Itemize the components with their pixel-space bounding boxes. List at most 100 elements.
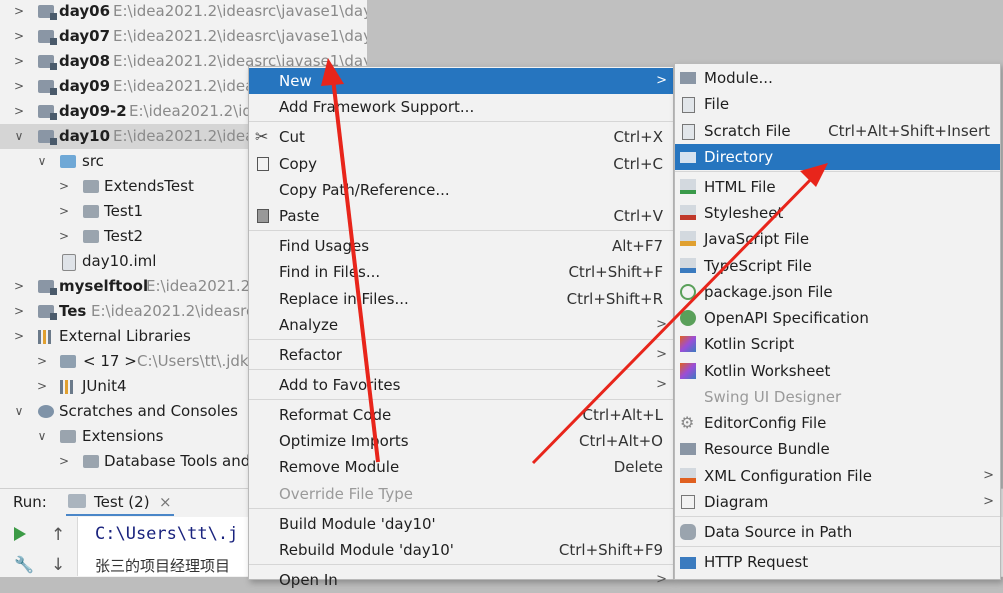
menu-label: Data Source in Path	[704, 523, 853, 541]
chevron-right-icon[interactable]: >	[58, 224, 70, 249]
chevron-right-icon[interactable]: >	[36, 349, 48, 374]
menu-item-cut[interactable]: ✂ Cut Ctrl+X	[249, 124, 673, 150]
submenu-item-package-json[interactable]: package.json File	[675, 279, 1000, 305]
menu-item-copy[interactable]: Copy Ctrl+C	[249, 151, 673, 177]
run-label: Run:	[13, 493, 47, 511]
kotlin-icon	[680, 336, 696, 352]
menu-item-new[interactable]: New >	[249, 68, 673, 94]
submenu-item-editorconfig[interactable]: ⚙ EditorConfig File	[675, 410, 1000, 436]
chevron-right-icon[interactable]: >	[36, 374, 48, 399]
menu-label: Remove Module	[279, 458, 400, 476]
menu-label: Cut	[279, 128, 305, 146]
submenu-item-diagram[interactable]: Diagram >	[675, 489, 1000, 515]
menu-item-analyze[interactable]: Analyze >	[249, 312, 673, 338]
tree-path: E:\idea2021.2\ideasrc\	[91, 302, 260, 320]
context-menu: New > Add Framework Support... ✂ Cut Ctrl+X…	[248, 66, 674, 589]
chevron-right-icon[interactable]: >	[13, 99, 25, 124]
chevron-right-icon: >	[656, 377, 667, 392]
menu-item-optimize-imports[interactable]: Optimize Imports Ctrl+Alt+O	[249, 428, 673, 454]
menu-item-add-framework[interactable]: Add Framework Support...	[249, 94, 673, 120]
run-tab[interactable]: Test (2) ×	[66, 490, 174, 516]
run-toolbar: Run: Test (2) ×	[0, 488, 260, 516]
chevron-right-icon[interactable]: >	[58, 174, 70, 199]
submenu-item-http-request[interactable]: HTTP Request	[675, 549, 1000, 575]
tree-row-day06[interactable]: > day06 E:\idea2021.2\ideasrc\javase1\da…	[0, 0, 367, 24]
chevron-down-icon[interactable]: ∨	[13, 124, 25, 149]
menu-item-paste[interactable]: Paste Ctrl+V	[249, 203, 673, 229]
tree-label: day06	[59, 2, 111, 20]
rerun-icon[interactable]	[14, 527, 26, 541]
submenu-item-directory[interactable]: Directory	[675, 144, 1000, 170]
submenu-item-openapi[interactable]: OpenAPI Specification	[675, 305, 1000, 331]
chevron-right-icon[interactable]: >	[13, 324, 25, 349]
menu-item-reformat-code[interactable]: Reformat Code Ctrl+Alt+L	[249, 402, 673, 428]
tree-label: src	[82, 152, 104, 170]
openapi-icon	[680, 310, 696, 326]
menu-item-refactor[interactable]: Refactor >	[249, 342, 673, 368]
chevron-right-icon[interactable]: >	[13, 0, 25, 24]
menu-shortcut: Ctrl+Shift+F	[568, 263, 663, 281]
submenu-item-xml-config[interactable]: XML Configuration File >	[675, 463, 1000, 489]
chevron-down-icon[interactable]: ∨	[36, 424, 48, 449]
tree-label: Test1	[104, 202, 144, 220]
menu-item-open-in[interactable]: Open In >	[249, 567, 673, 593]
submenu-item-swing-ui: Swing UI Designer	[675, 384, 1000, 410]
submenu-item-kotlin-script[interactable]: Kotlin Script	[675, 331, 1000, 357]
menu-label: Paste	[279, 207, 320, 225]
chevron-right-icon[interactable]: >	[13, 299, 25, 324]
chevron-right-icon[interactable]: >	[13, 74, 25, 99]
chevron-right-icon: >	[656, 317, 667, 332]
menu-item-find-usages[interactable]: Find Usages Alt+F7	[249, 233, 673, 259]
submenu-item-resource-bundle[interactable]: Resource Bundle	[675, 436, 1000, 462]
chevron-right-icon: >	[983, 468, 994, 483]
submenu-item-stylesheet[interactable]: Stylesheet	[675, 200, 1000, 226]
tree-label: Test2	[104, 227, 144, 245]
source-folder-icon	[60, 155, 76, 168]
scratch-file-icon	[682, 124, 695, 140]
typescript-file-icon	[680, 258, 696, 273]
submenu-item-file[interactable]: File	[675, 91, 1000, 117]
chevron-down-icon[interactable]: ∨	[36, 149, 48, 174]
menu-label: OpenAPI Specification	[704, 309, 869, 327]
menu-item-replace-in-files[interactable]: Replace in Files... Ctrl+Shift+R	[249, 286, 673, 312]
submenu-item-typescript-file[interactable]: TypeScript File	[675, 253, 1000, 279]
folder-icon	[60, 430, 76, 443]
chevron-right-icon[interactable]: >	[13, 49, 25, 74]
tree-row-day07[interactable]: > day07 E:\idea2021.2\ideasrc\javase1\da…	[0, 24, 367, 49]
submenu-item-kotlin-worksheet[interactable]: Kotlin Worksheet	[675, 358, 1000, 384]
paste-icon	[257, 209, 269, 223]
chevron-right-icon[interactable]: >	[58, 449, 70, 474]
wrench-icon[interactable]: 🔧	[14, 555, 34, 574]
up-arrow-icon[interactable]: ↑	[51, 525, 65, 545]
jdk-icon	[60, 355, 76, 368]
menu-shortcut: Ctrl+Alt+Shift+Insert	[828, 122, 990, 140]
menu-item-rebuild-module[interactable]: Rebuild Module 'day10' Ctrl+Shift+F9	[249, 537, 673, 563]
directory-icon	[680, 152, 696, 163]
submenu-item-html-file[interactable]: HTML File	[675, 174, 1000, 200]
run-tab-label: Test (2)	[94, 493, 150, 511]
menu-item-add-to-favorites[interactable]: Add to Favorites >	[249, 372, 673, 398]
menu-label: XML Configuration File	[704, 467, 872, 485]
menu-shortcut: Alt+F7	[611, 237, 663, 255]
menu-item-build-module[interactable]: Build Module 'day10'	[249, 511, 673, 537]
submenu-item-module[interactable]: Module...	[675, 65, 1000, 91]
console-line: 张三的项目经理项目	[95, 557, 231, 575]
submenu-item-scratch-file[interactable]: Scratch File Ctrl+Alt+Shift+Insert	[675, 118, 1000, 144]
menu-label: Copy	[279, 155, 318, 173]
menu-item-find-in-files[interactable]: Find in Files... Ctrl+Shift+F	[249, 259, 673, 285]
chevron-right-icon[interactable]: >	[13, 274, 25, 299]
menu-label: Copy Path/Reference...	[279, 181, 450, 199]
down-arrow-icon[interactable]: ↓	[51, 555, 65, 575]
chevron-right-icon[interactable]: >	[13, 24, 25, 49]
close-icon[interactable]: ×	[159, 493, 172, 511]
submenu-item-javascript-file[interactable]: JavaScript File	[675, 226, 1000, 252]
menu-item-copy-path[interactable]: Copy Path/Reference...	[249, 177, 673, 203]
submenu-item-data-source[interactable]: Data Source in Path	[675, 519, 1000, 545]
chevron-right-icon[interactable]: >	[58, 199, 70, 224]
tree-label: day10.iml	[82, 252, 157, 270]
tree-label: Database Tools and	[104, 452, 251, 470]
chevron-down-icon[interactable]: ∨	[13, 399, 25, 424]
menu-item-remove-module[interactable]: Remove Module Delete	[249, 454, 673, 480]
menu-label: Directory	[704, 148, 774, 166]
menu-label: Find in Files...	[279, 263, 381, 281]
